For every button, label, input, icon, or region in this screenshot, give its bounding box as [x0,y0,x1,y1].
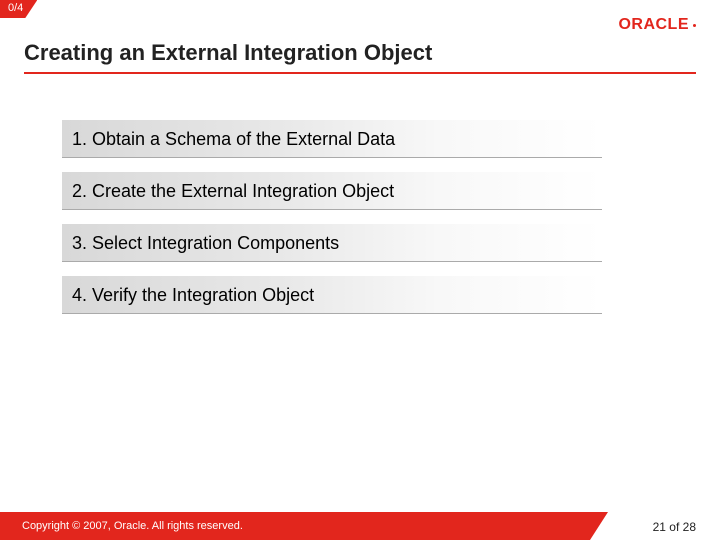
page-current: 21 [653,520,666,534]
title-underline [24,72,696,74]
footer-left: Copyright © 2007, Oracle. All rights res… [0,512,243,540]
oracle-logo-text: ORACLE [618,16,689,34]
page-total: 28 [683,520,696,534]
top-bar: 0/4 [0,0,720,20]
step-item: 4. Verify the Integration Object [62,276,602,314]
step-item: 2. Create the External Integration Objec… [62,172,602,210]
oracle-logo: ORACLE [618,16,696,34]
page-number: 21 of 28 [653,520,696,534]
page-title: Creating an External Integration Object [24,40,432,66]
progress-indicator: 0/4 [0,0,37,18]
step-item: 1. Obtain a Schema of the External Data [62,120,602,158]
steps-list: 1. Obtain a Schema of the External Data … [62,120,602,314]
page-sep: of [666,520,683,534]
copyright-text: Copyright © 2007, Oracle. All rights res… [0,520,243,532]
oracle-logo-dot-icon [693,24,696,27]
step-item: 3. Select Integration Components [62,224,602,262]
